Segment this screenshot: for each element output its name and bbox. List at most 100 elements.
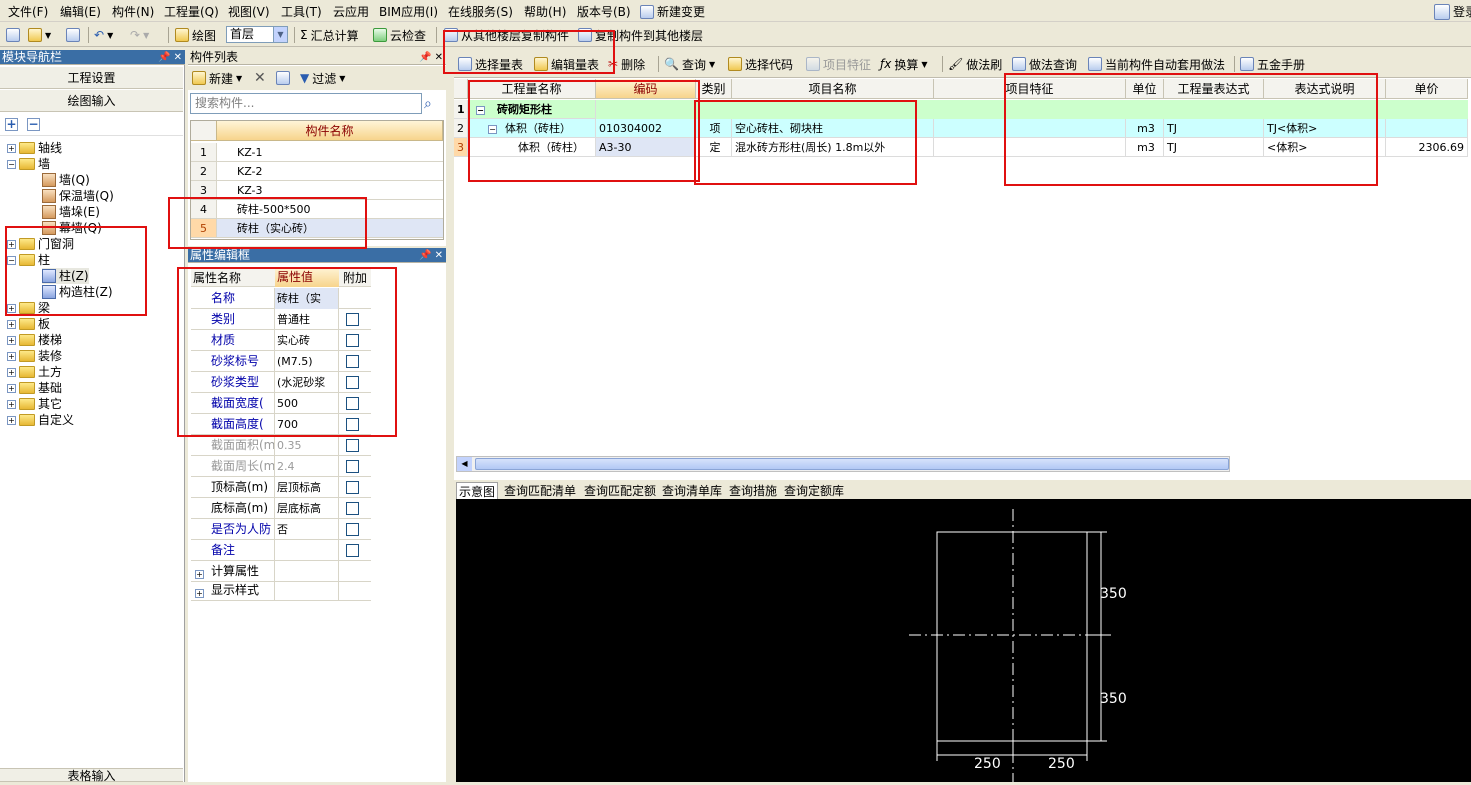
- component-row[interactable]: KZ-2: [217, 162, 443, 181]
- property-row-material[interactable]: 材质 实心砖: [191, 330, 371, 351]
- component-row[interactable]: 砖柱-500*500: [217, 200, 443, 219]
- login-button[interactable]: 登录: [1434, 3, 1471, 20]
- copy-component-button[interactable]: [276, 69, 290, 87]
- tree-item-curtain-wall[interactable]: 幕墙(Q): [42, 220, 102, 236]
- col-quantity-name[interactable]: 工程量名称: [468, 79, 596, 99]
- tree-item-wall-q[interactable]: 墙(Q): [42, 172, 90, 188]
- query-button[interactable]: 🔍 查询 ▼: [664, 55, 715, 73]
- scroll-left-icon[interactable]: ◀: [457, 457, 472, 471]
- attach-checkbox[interactable]: [346, 376, 359, 389]
- menu-quantity[interactable]: 工程量(Q): [164, 3, 219, 20]
- menu-online[interactable]: 在线服务(S): [448, 3, 513, 20]
- menu-file[interactable]: 文件(F): [8, 3, 48, 20]
- table-row-group[interactable]: [454, 100, 1468, 119]
- menu-version[interactable]: 版本号(B): [577, 3, 631, 20]
- menu-help[interactable]: 帮助(H): [524, 3, 566, 20]
- edit-quantity-button[interactable]: 编辑量表: [534, 55, 599, 73]
- tree-item-custom[interactable]: + 自定义: [7, 412, 74, 428]
- menu-edit[interactable]: 编辑(E): [60, 3, 101, 20]
- property-row-bottom-elevation[interactable]: 底标高(m) 层底标高: [191, 498, 371, 519]
- property-row-mortar-grade[interactable]: 砂浆标号 (M7.5): [191, 351, 371, 372]
- tree-item-constructional-column[interactable]: 构造柱(Z): [42, 284, 113, 300]
- tree-item-other[interactable]: + 其它: [7, 396, 62, 412]
- menu-bim[interactable]: BIM应用(I): [379, 3, 438, 20]
- copy-from-floor-button[interactable]: 从其他楼层复制构件: [444, 26, 569, 44]
- component-row[interactable]: KZ-3: [217, 181, 443, 200]
- item-feature-button[interactable]: 项目特征: [806, 55, 871, 73]
- new-file-button[interactable]: [6, 26, 20, 44]
- select-quantity-button[interactable]: 选择量表: [458, 55, 523, 73]
- property-row-top-elevation[interactable]: 顶标高(m) 层顶标高: [191, 477, 371, 498]
- property-row-mortar-type[interactable]: 砂浆类型 (水泥砂浆: [191, 372, 371, 393]
- tree-item-beam[interactable]: + 梁: [7, 300, 50, 316]
- tab-measures[interactable]: 查询措施: [729, 482, 777, 499]
- copy-to-floor-button[interactable]: 复制构件到其他楼层: [578, 26, 703, 44]
- horizontal-scrollbar[interactable]: ◀: [456, 456, 1230, 472]
- tree-item-earthwork[interactable]: + 土方: [7, 364, 62, 380]
- auto-apply-method-button[interactable]: 当前构件自动套用做法: [1088, 55, 1225, 73]
- property-group-calc[interactable]: + 计算属性: [191, 561, 371, 582]
- tab-match-list[interactable]: 查询匹配清单: [504, 482, 576, 499]
- tab-list-library[interactable]: 查询清单库: [662, 482, 722, 499]
- tree-item-column-z[interactable]: 柱(Z): [42, 268, 89, 284]
- property-row-section-height[interactable]: 截面高度(700: [191, 414, 371, 435]
- draw-input-button[interactable]: 绘图输入: [0, 90, 183, 112]
- component-search-input[interactable]: 搜索构件...: [190, 93, 422, 114]
- tree-item-wall-pier[interactable]: 墙垛(E): [42, 204, 100, 220]
- attach-checkbox[interactable]: [346, 355, 359, 368]
- attach-checkbox[interactable]: [346, 460, 359, 473]
- scroll-thumb[interactable]: [475, 458, 1229, 470]
- attach-checkbox[interactable]: [346, 544, 359, 557]
- panel-pin-close-icons[interactable]: 📌 ✕: [419, 50, 443, 65]
- tree-item-column[interactable]: − 柱: [7, 252, 50, 268]
- attach-checkbox[interactable]: [346, 313, 359, 326]
- new-component-button[interactable]: 新建 ▼: [192, 69, 242, 87]
- table-input-button[interactable]: 表格输入: [0, 768, 183, 783]
- menu-cloud[interactable]: 云应用: [333, 3, 369, 20]
- redo-button[interactable]: ↷ ▼: [130, 26, 149, 44]
- col-project-name[interactable]: 项目名称: [732, 79, 934, 99]
- tree-item-slab[interactable]: + 板: [7, 316, 50, 332]
- hardware-handbook-button[interactable]: 五金手册: [1240, 55, 1305, 73]
- convert-button[interactable]: ƒx 换算 ▼: [880, 55, 928, 73]
- property-group-display[interactable]: + 显示样式: [191, 580, 371, 601]
- tab-diagram[interactable]: 示意图: [456, 482, 499, 500]
- tree-item-wall[interactable]: − 墙: [7, 156, 50, 172]
- delete-button[interactable]: ✂ 删除: [608, 55, 645, 73]
- method-brush-button[interactable]: 🖌 做法刷: [948, 55, 1002, 73]
- col-code[interactable]: 编码: [596, 79, 696, 99]
- attach-checkbox[interactable]: [346, 481, 359, 494]
- attach-checkbox[interactable]: [346, 502, 359, 515]
- delete-icon[interactable]: ✕: [254, 69, 266, 87]
- menu-new-change[interactable]: 新建变更: [640, 3, 705, 20]
- col-expression[interactable]: 工程量表达式: [1164, 79, 1264, 99]
- table-row-group-name[interactable]: − 砖砌矩形柱: [468, 100, 596, 119]
- filter-button[interactable]: ▼ 过滤 ▼: [300, 69, 345, 87]
- col-unit[interactable]: 单位: [1126, 79, 1164, 99]
- property-row-civil-defense[interactable]: 是否为人防否: [191, 519, 371, 540]
- open-file-button[interactable]: ▼: [28, 26, 51, 44]
- tree-item-insulation-wall[interactable]: 保温墙(Q): [42, 188, 114, 204]
- expand-all-icon[interactable]: +: [5, 118, 18, 131]
- menu-component[interactable]: 构件(N): [112, 3, 154, 20]
- search-icon[interactable]: ⌕: [424, 96, 432, 112]
- tree-item-axis[interactable]: + 轴线: [7, 140, 62, 156]
- attach-checkbox[interactable]: [346, 418, 359, 431]
- save-button[interactable]: [66, 26, 80, 44]
- component-row[interactable]: KZ-1: [217, 143, 443, 162]
- property-row-section-width[interactable]: 截面宽度(500: [191, 393, 371, 414]
- panel-pin-close-icons[interactable]: 📌 ✕: [419, 248, 443, 263]
- tree-item-foundation[interactable]: + 基础: [7, 380, 62, 396]
- attach-checkbox[interactable]: [346, 334, 359, 347]
- draw-button[interactable]: 绘图: [175, 26, 216, 44]
- menu-tools[interactable]: 工具(T): [281, 3, 322, 20]
- property-row-name[interactable]: 名称 砖柱（实: [191, 288, 371, 309]
- method-query-button[interactable]: 做法查询: [1012, 55, 1077, 73]
- menu-view[interactable]: 视图(V): [228, 3, 270, 20]
- collapse-all-icon[interactable]: −: [27, 118, 40, 131]
- attach-checkbox[interactable]: [346, 397, 359, 410]
- summary-calc-button[interactable]: Σ 汇总计算: [300, 26, 359, 44]
- component-row-selected[interactable]: 砖柱（实心砖）: [217, 219, 443, 238]
- select-code-button[interactable]: 选择代码: [728, 55, 793, 73]
- tree-item-decoration[interactable]: + 装修: [7, 348, 62, 364]
